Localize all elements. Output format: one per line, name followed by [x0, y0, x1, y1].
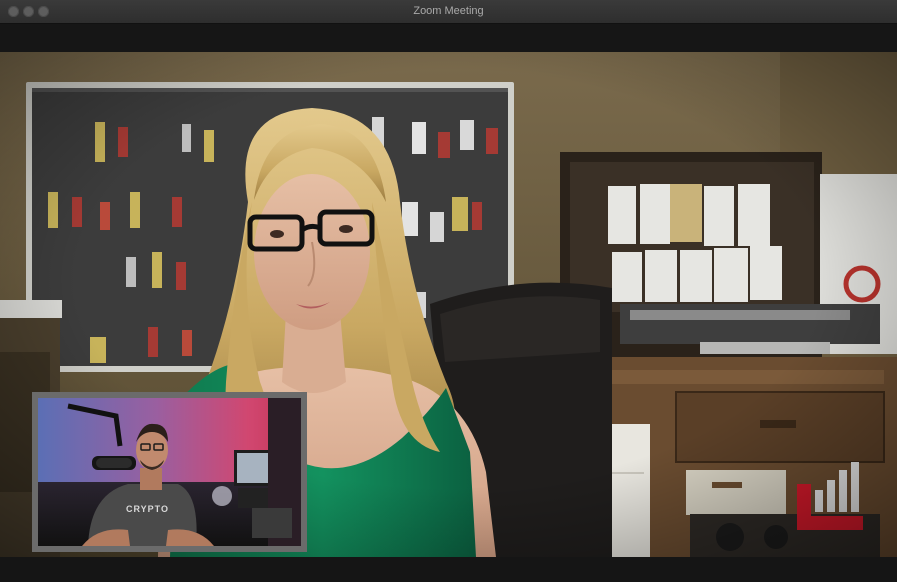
shirt-text: CRYPTO	[126, 504, 169, 514]
self-view-thumbnail[interactable]: CRYPTO	[32, 392, 307, 552]
self-view-video: CRYPTO	[38, 398, 301, 546]
bottom-toolbar-area	[0, 557, 897, 582]
top-toolbar-area	[0, 24, 897, 52]
zoom-meeting-window: Zoom Meeting CRYPTO	[0, 0, 897, 582]
self-view-frame: CRYPTO	[38, 398, 301, 546]
title-bar[interactable]: Zoom Meeting	[0, 0, 897, 24]
window-title: Zoom Meeting	[413, 5, 484, 17]
